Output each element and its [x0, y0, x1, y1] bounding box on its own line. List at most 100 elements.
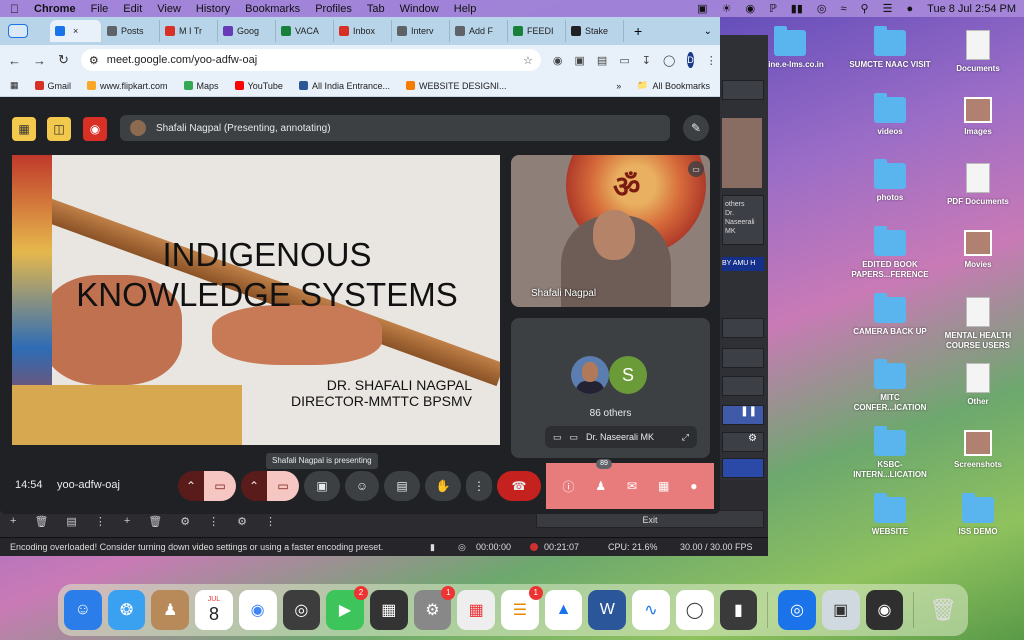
- captions-off-icon[interactable]: ▦: [12, 117, 36, 141]
- menu-edit[interactable]: Edit: [123, 3, 142, 15]
- expand-icon[interactable]: ⤢: [682, 432, 689, 443]
- contacts-icon[interactable]: ♟: [151, 590, 190, 630]
- finder-icon[interactable]: ☺: [64, 590, 102, 630]
- airdrop-icon[interactable]: ◎: [817, 2, 827, 15]
- present-screen-button[interactable]: ▣: [304, 471, 340, 501]
- door-icon[interactable]: ◫: [47, 117, 71, 141]
- tab[interactable]: Add F: [450, 20, 508, 42]
- menu-clock[interactable]: Tue 8 Jul 2:54 PM: [927, 3, 1016, 15]
- info-icon[interactable]: ⓘ: [562, 478, 574, 495]
- calculator-icon[interactable]: ▦: [369, 590, 408, 630]
- word-icon[interactable]: W: [588, 590, 627, 630]
- all-bookmarks[interactable]: 📁 All Bookmarks: [637, 80, 710, 91]
- menu-window[interactable]: Window: [400, 3, 439, 15]
- obs-icon[interactable]: ◎: [282, 590, 321, 630]
- system-settings-icon[interactable]: ⚙ 1: [413, 586, 456, 630]
- window-switcher-button[interactable]: [8, 24, 28, 38]
- raise-hand-button[interactable]: ✋: [425, 471, 461, 501]
- add-icon[interactable]: +: [10, 515, 16, 527]
- menu-help[interactable]: Help: [454, 3, 477, 15]
- menu-view[interactable]: View: [157, 3, 181, 15]
- wifi-icon[interactable]: ≈: [841, 3, 847, 15]
- speaker-video-tile[interactable]: ॐ ▭ Shafali Nagpal: [511, 155, 710, 307]
- launchpad-icon[interactable]: ▦: [457, 590, 496, 630]
- tab-close-icon[interactable]: ×: [73, 26, 78, 36]
- bookmark-item[interactable]: YouTube: [234, 81, 283, 91]
- presenter-bar[interactable]: Shafali Nagpal (Presenting, annotating): [120, 115, 670, 141]
- menu-dots-icon[interactable]: ⋮: [706, 54, 717, 67]
- bluetooth-icon[interactable]: ℙ: [769, 2, 777, 15]
- tab[interactable]: Interv: [392, 20, 450, 42]
- tab[interactable]: Inbox: [334, 20, 392, 42]
- back-icon[interactable]: ←: [8, 53, 21, 68]
- others-tile[interactable]: S 86 others ▭ ▭ Dr. Naseerali MK ⤢: [511, 318, 710, 458]
- focus-icon[interactable]: ◉: [745, 2, 755, 15]
- transition-gear-icon[interactable]: ⚙: [237, 515, 247, 528]
- address-bar[interactable]: ⚙ meet.google.com/yoo-adfw-oaj ☆: [80, 49, 541, 71]
- control-center-icon[interactable]: ☰: [883, 2, 893, 15]
- forward-icon[interactable]: →: [33, 53, 46, 68]
- camera-off-button[interactable]: ▭: [267, 471, 299, 501]
- menu-profiles[interactable]: Profiles: [315, 3, 352, 15]
- freeform-icon[interactable]: ∿: [632, 590, 670, 630]
- tab[interactable]: Goog: [218, 20, 276, 42]
- people-icon[interactable]: ♟: [595, 479, 606, 493]
- menu-bookmarks[interactable]: Bookmarks: [245, 3, 300, 15]
- desktop-item[interactable]: Screenshots: [933, 430, 1023, 470]
- desktop-item[interactable]: EDITED BOOK PAPERS...FERENCE: [845, 226, 935, 280]
- iphone-mirroring-icon[interactable]: ▮: [719, 590, 758, 630]
- site-info-icon[interactable]: ⚙: [89, 54, 99, 67]
- trash-icon[interactable]: 🗑: [148, 515, 162, 528]
- screen-share-icon[interactable]: ▣: [697, 2, 707, 15]
- tab[interactable]: M I Tr: [160, 20, 218, 42]
- desktop-item[interactable]: ISS DEMO: [933, 493, 1023, 537]
- reminders-icon[interactable]: ☰ 1: [501, 586, 543, 630]
- keynote-icon[interactable]: ▲: [544, 590, 583, 630]
- menu-file[interactable]: File: [91, 3, 109, 15]
- tab[interactable]: FEEDI: [508, 20, 566, 42]
- new-tab-icon[interactable]: +: [626, 23, 650, 39]
- captions-button[interactable]: ▤: [384, 471, 420, 501]
- gear-icon[interactable]: ⚙: [180, 515, 190, 528]
- tab-active[interactable]: ×: [50, 20, 102, 42]
- webcam-icon[interactable]: ◯: [675, 590, 714, 630]
- desktop-item[interactable]: videos: [845, 93, 935, 137]
- trash-icon[interactable]: 🗑: [924, 590, 962, 630]
- record-icon[interactable]: ◉: [83, 117, 107, 141]
- battery-icon[interactable]: ▮▮: [791, 2, 803, 15]
- more-options-button[interactable]: ⋮: [466, 471, 492, 501]
- sidebar-icon[interactable]: ▭: [619, 54, 629, 67]
- trash-icon[interactable]: 🗑: [34, 515, 48, 528]
- more-icon[interactable]: ⋮: [265, 515, 276, 528]
- tab-search-icon[interactable]: ⌄: [704, 26, 712, 37]
- desktop-item[interactable]: SUMCTE NAAC VISIT: [845, 26, 935, 70]
- screen-capture-icon[interactable]: ◎: [778, 590, 816, 630]
- chevron-right-icon[interactable]: »: [616, 81, 621, 91]
- more-icon[interactable]: ⋮: [95, 515, 106, 528]
- leave-call-button[interactable]: ☎: [497, 471, 541, 501]
- activities-icon[interactable]: ▦: [658, 479, 669, 493]
- desktop-item[interactable]: MITC CONFER...ICATION: [845, 359, 935, 413]
- obs-pause-button[interactable]: ❚❚: [722, 405, 764, 425]
- bookmark-star-icon[interactable]: ☆: [523, 54, 533, 67]
- more-icon[interactable]: ⋮: [208, 515, 219, 528]
- filter-icon[interactable]: ▤: [66, 515, 76, 528]
- desktop-item[interactable]: Other: [933, 363, 1023, 407]
- apps-grid-icon[interactable]: ▦: [10, 80, 19, 91]
- desktop-item[interactable]: Movies: [933, 230, 1023, 270]
- safari-icon[interactable]: ❂: [107, 590, 146, 630]
- download-icon[interactable]: ↧: [642, 54, 651, 67]
- brightness-icon[interactable]: ☀: [722, 2, 732, 15]
- puzzle-icon[interactable]: ▤: [597, 54, 607, 67]
- mic-options-chevron-icon[interactable]: ⌃: [178, 471, 204, 501]
- desktop-item[interactable]: KSBC-INTERN...LICATION: [845, 426, 935, 480]
- preview-icon[interactable]: ▣: [821, 590, 860, 630]
- profile-avatar[interactable]: D: [687, 52, 694, 68]
- reload-icon[interactable]: ↻: [58, 52, 69, 68]
- desktop-item[interactable]: PDF Documents: [933, 163, 1023, 207]
- obs-recording-icon[interactable]: ◉: [865, 590, 904, 630]
- chrome-icon[interactable]: ◉: [238, 590, 277, 630]
- tab[interactable]: VACA: [276, 20, 334, 42]
- menu-app-name[interactable]: Chrome: [34, 3, 76, 15]
- tab[interactable]: Posts: [102, 20, 160, 42]
